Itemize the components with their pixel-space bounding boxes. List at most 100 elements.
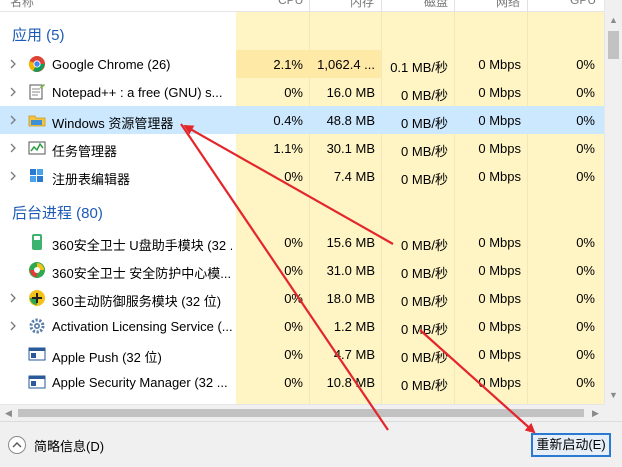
chevron-right-icon[interactable] — [9, 86, 17, 98]
network-value: 0 Mbps — [478, 235, 521, 250]
process-name: Google Chrome (26) — [52, 57, 171, 72]
cpu-value: 2.1% — [273, 57, 303, 72]
column-divider — [454, 0, 455, 11]
process-name: 注册表编辑器 — [52, 172, 131, 187]
column-header-gpu[interactable]: GPU — [570, 0, 596, 11]
network-value: 0 Mbps — [478, 169, 521, 184]
task-manager-icon — [28, 139, 46, 157]
process-name: Windows 资源管理器 — [52, 116, 174, 131]
network-value: 0 Mbps — [478, 141, 521, 156]
memory-value: 31.0 MB — [326, 263, 375, 278]
scroll-down-icon[interactable]: ▼ — [605, 387, 622, 404]
restart-button[interactable]: 重新启动(E) — [531, 433, 611, 457]
process-name: Notepad++ : a free (GNU) s... — [52, 85, 223, 100]
360-defense-icon — [28, 289, 46, 307]
memory-value: 16.0 MB — [326, 85, 375, 100]
chrome-icon — [28, 55, 46, 73]
gpu-value: 0% — [576, 347, 595, 362]
app-window-icon — [28, 373, 46, 391]
vertical-scrollbar[interactable]: ▲ ▼ — [604, 0, 622, 404]
table-row-selected[interactable]: Windows 资源管理器 0.4% 48.8 MB 0 MB/秒 0 Mbps… — [0, 106, 604, 134]
vertical-scroll-thumb[interactable] — [608, 31, 619, 59]
disk-value: 0 MB/秒 — [401, 88, 448, 103]
memory-value: 10.8 MB — [326, 375, 375, 390]
table-row[interactable]: Apple Push (32 位) 0% 4.7 MB 0 MB/秒 0 Mbp… — [0, 340, 604, 368]
cpu-value: 0% — [284, 85, 303, 100]
scroll-right-icon[interactable]: ▶ — [587, 405, 604, 422]
column-header-disk[interactable]: 磁盘 — [424, 0, 448, 11]
process-name: Apple Push (32 位) — [52, 350, 162, 365]
horizontal-scroll-thumb[interactable] — [18, 409, 584, 417]
chevron-right-icon[interactable] — [9, 320, 17, 332]
table-row[interactable]: Google Chrome (26) 2.1% 1,062.4 ... 0.1 … — [0, 50, 604, 78]
chevron-right-icon[interactable] — [9, 170, 17, 182]
disk-value: 0.1 MB/秒 — [390, 60, 448, 75]
memory-value: 7.4 MB — [333, 169, 375, 184]
disk-value: 0 MB/秒 — [401, 378, 448, 393]
360-shield-icon — [28, 261, 46, 279]
memory-value: 4.7 MB — [333, 347, 375, 362]
network-value: 0 Mbps — [478, 57, 521, 72]
network-value: 0 Mbps — [478, 291, 521, 306]
horizontal-scrollbar[interactable]: ◀ ▶ — [0, 404, 604, 421]
gpu-value: 0% — [576, 57, 595, 72]
disk-value: 0 MB/秒 — [401, 350, 448, 365]
cpu-value: 0% — [284, 291, 303, 306]
table-row[interactable]: 360主动防御服务模块 (32 位) 0% 18.0 MB 0 MB/秒 0 M… — [0, 284, 604, 312]
cpu-value: 0% — [284, 169, 303, 184]
cpu-value: 0.4% — [273, 113, 303, 128]
chevron-right-icon[interactable] — [9, 292, 17, 304]
column-header-memory[interactable]: 内存 — [350, 0, 374, 11]
scroll-left-icon[interactable]: ◀ — [0, 405, 17, 422]
cpu-value: 0% — [284, 347, 303, 362]
process-name: 360主动防御服务模块 (32 位) — [52, 294, 222, 309]
chevron-right-icon[interactable] — [9, 114, 17, 126]
network-value: 0 Mbps — [478, 319, 521, 334]
chevron-right-icon[interactable] — [9, 58, 17, 70]
table-row[interactable]: Activation Licensing Service (... 0% 1.2… — [0, 312, 604, 340]
fewer-details-button[interactable]: 简略信息(D) — [8, 434, 104, 456]
network-value: 0 Mbps — [478, 347, 521, 362]
disk-value: 0 MB/秒 — [401, 322, 448, 337]
group-title-background: 后台进程 (80) — [12, 205, 103, 222]
table-row[interactable]: 任务管理器 1.1% 30.1 MB 0 MB/秒 0 Mbps 0% — [0, 134, 604, 162]
disk-value: 0 MB/秒 — [401, 294, 448, 309]
disk-value: 0 MB/秒 — [401, 266, 448, 281]
chevron-up-icon — [8, 436, 26, 454]
table-row[interactable]: 360安全卫士 U盘助手模块 (32 ... 0% 15.6 MB 0 MB/秒… — [0, 228, 604, 256]
table-row[interactable]: Apple Security Manager (32 ... 0% 10.8 M… — [0, 368, 604, 396]
cpu-value: 0% — [284, 375, 303, 390]
column-header-network[interactable]: 网络 — [496, 0, 520, 11]
process-name: 360安全卫士 U盘助手模块 (32 ... — [52, 238, 232, 253]
registry-icon — [28, 167, 46, 185]
network-value: 0 Mbps — [478, 85, 521, 100]
memory-value: 48.8 MB — [326, 113, 375, 128]
memory-value: 1,062.4 ... — [317, 57, 375, 72]
memory-value: 15.6 MB — [326, 235, 375, 250]
chevron-right-icon[interactable] — [9, 142, 17, 154]
column-divider — [309, 0, 310, 11]
disk-value: 0 MB/秒 — [401, 144, 448, 159]
column-divider — [527, 0, 528, 11]
table-row[interactable]: 360安全卫士 安全防护中心模... 0% 31.0 MB 0 MB/秒 0 M… — [0, 256, 604, 284]
table-row[interactable]: Notepad++ : a free (GNU) s... 0% 16.0 MB… — [0, 78, 604, 106]
table-row[interactable]: 注册表编辑器 0% 7.4 MB 0 MB/秒 0 Mbps 0% — [0, 162, 604, 190]
app-window-icon — [28, 345, 46, 363]
cpu-value: 0% — [284, 235, 303, 250]
gpu-value: 0% — [576, 291, 595, 306]
disk-value: 0 MB/秒 — [401, 116, 448, 131]
memory-value: 30.1 MB — [326, 141, 375, 156]
column-header-cpu[interactable]: CPU — [278, 0, 303, 11]
group-title-apps: 应用 (5) — [12, 27, 65, 44]
process-name: Apple Security Manager (32 ... — [52, 375, 228, 390]
process-list: 应用 (5) Google Chrome (26) 2.1% 1,062.4 .… — [0, 12, 604, 404]
gear-icon — [28, 317, 46, 335]
gpu-value: 0% — [576, 263, 595, 278]
column-header: 名称 CPU 内存 磁盘 网络 GPU G — [0, 0, 604, 12]
gpu-value: 0% — [576, 375, 595, 390]
gpu-value: 0% — [576, 319, 595, 334]
cpu-value: 1.1% — [273, 141, 303, 156]
disk-value: 0 MB/秒 — [401, 172, 448, 187]
scroll-up-icon[interactable]: ▲ — [605, 12, 622, 29]
column-header-name[interactable]: 名称 — [10, 0, 34, 11]
